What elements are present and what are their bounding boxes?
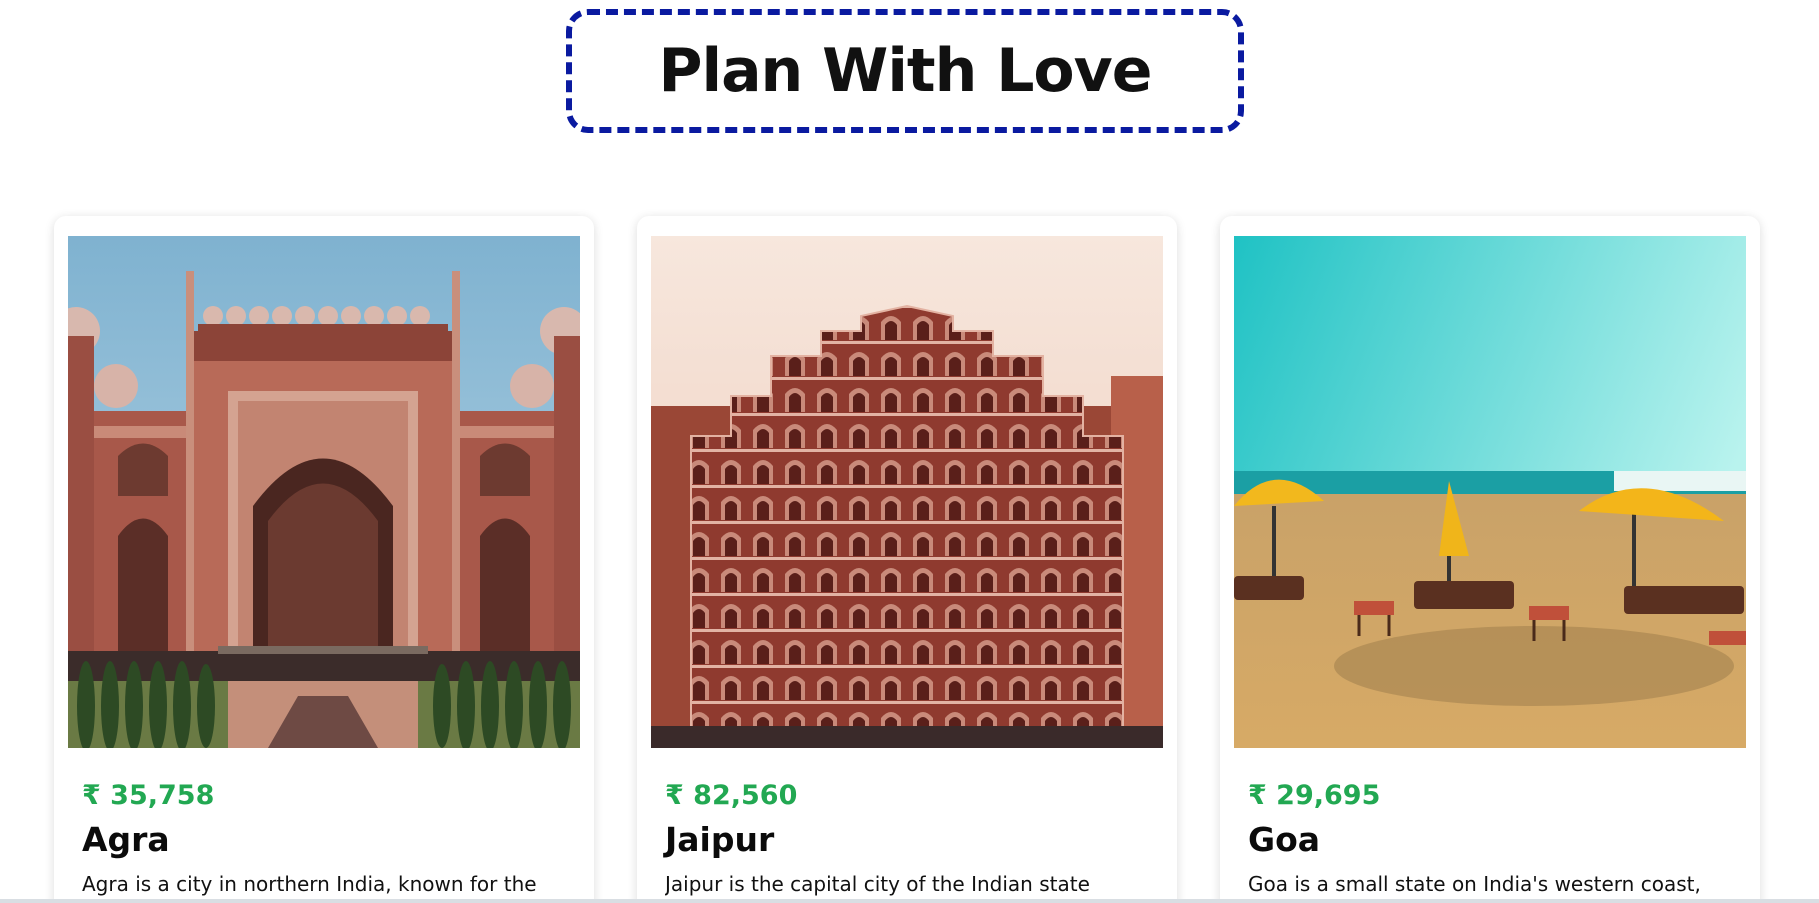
card-image-agra bbox=[68, 236, 580, 748]
tour-card-agra[interactable]: ₹ 35,758 Agra Agra is a city in northern… bbox=[54, 216, 594, 903]
price-label: ₹ 29,695 bbox=[1248, 780, 1381, 811]
page-bottom-divider bbox=[0, 899, 1819, 903]
city-description: Agra is a city in northern India, known … bbox=[82, 872, 537, 896]
agra-gate-image bbox=[68, 236, 580, 748]
city-name: Goa bbox=[1248, 820, 1321, 859]
goa-beach-image bbox=[1234, 236, 1746, 748]
price-label: ₹ 82,560 bbox=[665, 780, 798, 811]
tour-card-jaipur[interactable]: ₹ 82,560 Jaipur Jaipur is the capital ci… bbox=[637, 216, 1177, 903]
city-name: Jaipur bbox=[665, 820, 775, 859]
card-image-goa bbox=[1234, 236, 1746, 748]
page-title: Plan With Love bbox=[658, 36, 1153, 106]
city-name: Agra bbox=[82, 820, 170, 859]
city-description: Goa is a small state on India's western … bbox=[1248, 872, 1701, 896]
tour-card-goa[interactable]: ₹ 29,695 Goa Goa is a small state on Ind… bbox=[1220, 216, 1760, 903]
card-image-jaipur bbox=[651, 236, 1163, 748]
page: Plan With Love ₹ 35,758 Agra Agra is a c… bbox=[0, 0, 1819, 903]
hawa-mahal-image bbox=[651, 236, 1163, 748]
price-label: ₹ 35,758 bbox=[82, 780, 215, 811]
title-banner: Plan With Love bbox=[566, 9, 1244, 133]
city-description: Jaipur is the capital city of the Indian… bbox=[665, 872, 1090, 896]
